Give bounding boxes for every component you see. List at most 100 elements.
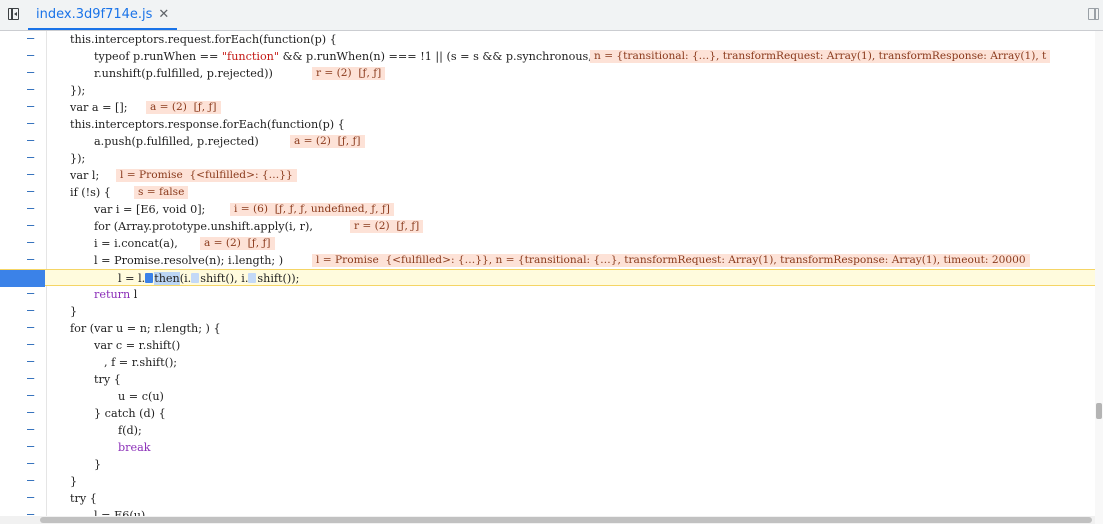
code-text: }); bbox=[70, 152, 86, 165]
code-line-23: – } catch (d) { bbox=[0, 405, 1095, 422]
code-line-29: – l = E6(u) bbox=[0, 507, 1095, 516]
code-line-2: – typeof p.runWhen == "function" && p.ru… bbox=[0, 48, 1095, 65]
code-text: a.push(p.fulfilled, p.rejected) bbox=[94, 135, 259, 148]
code-line-22: – u = c(u) bbox=[0, 388, 1095, 405]
line-gutter[interactable]: – bbox=[0, 65, 45, 82]
line-gutter[interactable]: – bbox=[0, 490, 45, 507]
code-text: } bbox=[94, 458, 102, 471]
line-gutter[interactable]: – bbox=[0, 31, 45, 48]
tab-filename: index.3d9f714e.js bbox=[36, 6, 153, 22]
inline-value[interactable]: i = (6) [ƒ, ƒ, ƒ, undefined, ƒ, ƒ] bbox=[230, 203, 394, 216]
line-gutter[interactable]: – bbox=[0, 422, 45, 439]
line-gutter[interactable]: – bbox=[0, 507, 45, 516]
vertical-scroll-thumb[interactable] bbox=[1096, 403, 1102, 419]
code-text: }); bbox=[70, 84, 86, 97]
code-line-10: – if (!s) { s = false bbox=[0, 184, 1095, 201]
code-text: for (Array.prototype.unshift.apply(i, r)… bbox=[94, 220, 313, 233]
inline-value[interactable]: r = (2) [ƒ, ƒ] bbox=[350, 220, 424, 233]
close-icon[interactable]: ✕ bbox=[158, 7, 169, 22]
step-marker-icon[interactable] bbox=[145, 273, 154, 283]
code-editor[interactable]: – this.interceptors.request.forEach(func… bbox=[0, 31, 1095, 516]
code-line-4: – }); bbox=[0, 82, 1095, 99]
code-text: this.interceptors.response.forEach(funct… bbox=[70, 118, 345, 131]
code-text: } catch (d) { bbox=[94, 407, 166, 420]
line-gutter[interactable]: – bbox=[0, 252, 45, 269]
line-gutter[interactable]: – bbox=[0, 99, 45, 116]
line-gutter[interactable]: – bbox=[0, 167, 45, 184]
horizontal-scroll-thumb[interactable] bbox=[40, 517, 1092, 523]
line-gutter[interactable]: – bbox=[0, 388, 45, 405]
code-line-25: – break bbox=[0, 439, 1095, 456]
line-gutter[interactable]: – bbox=[0, 286, 45, 303]
step-marker-icon[interactable] bbox=[248, 273, 257, 283]
code-text: typeof p.runWhen == "function" && p.runW… bbox=[94, 50, 592, 63]
inline-value[interactable]: s = false bbox=[134, 186, 189, 199]
line-gutter[interactable]: – bbox=[0, 456, 45, 473]
code-text: l = Promise.resolve(n); i.length; ) bbox=[94, 254, 284, 267]
inline-value[interactable]: r = (2) [ƒ, ƒ] bbox=[312, 67, 386, 80]
code-text: } bbox=[70, 305, 78, 318]
line-gutter[interactable]: – bbox=[0, 218, 45, 235]
code-text: if (!s) { bbox=[70, 186, 111, 199]
breakpoint-arrow-icon[interactable] bbox=[34, 270, 43, 286]
inline-value[interactable]: l = Promise {<fulfilled>: {…}}, n = {tra… bbox=[312, 254, 1030, 267]
code-line-26: – } bbox=[0, 456, 1095, 473]
line-gutter[interactable]: – bbox=[0, 354, 45, 371]
code-text: u = c(u) bbox=[118, 390, 164, 403]
horizontal-scrollbar[interactable] bbox=[0, 516, 1095, 524]
line-gutter[interactable]: – bbox=[0, 48, 45, 65]
tab-source-file[interactable]: index.3d9f714e.js ✕ bbox=[28, 0, 178, 30]
code-line-16: – return l bbox=[0, 286, 1095, 303]
inline-value[interactable]: n = {transitional: {…}, transformRequest… bbox=[590, 50, 1051, 63]
code-line-12: – for (Array.prototype.unshift.apply(i, … bbox=[0, 218, 1095, 235]
line-gutter[interactable]: – bbox=[0, 303, 45, 320]
line-gutter[interactable]: – bbox=[0, 371, 45, 388]
code-line-6: – this.interceptors.response.forEach(fun… bbox=[0, 116, 1095, 133]
toggle-debugger-icon[interactable] bbox=[1088, 8, 1099, 20]
code-text: try { bbox=[70, 492, 97, 505]
code-text: var c = r.shift() bbox=[94, 339, 181, 352]
code-text: var i = [E6, void 0]; bbox=[94, 203, 206, 216]
code-text: , f = r.shift(); bbox=[104, 356, 178, 369]
code-text: break bbox=[118, 441, 151, 454]
line-gutter[interactable]: – bbox=[0, 405, 45, 422]
code-line-8: – }); bbox=[0, 150, 1095, 167]
code-line-19: – var c = r.shift() bbox=[0, 337, 1095, 354]
inline-value[interactable]: a = (2) [ƒ, ƒ] bbox=[290, 135, 365, 148]
inline-value[interactable]: l = Promise {<fulfilled>: {…}} bbox=[116, 169, 297, 182]
highlighted-expression: then bbox=[154, 272, 180, 285]
line-gutter[interactable]: – bbox=[0, 439, 45, 456]
line-gutter[interactable]: – bbox=[0, 184, 45, 201]
code-text: l = l. then(i. shift(), i. shift()); bbox=[118, 272, 300, 285]
code-line-17: – } bbox=[0, 303, 1095, 320]
line-gutter[interactable]: – bbox=[0, 116, 45, 133]
line-gutter[interactable]: – bbox=[0, 235, 45, 252]
step-marker-icon[interactable] bbox=[191, 273, 200, 283]
code-text: l = E6(u) bbox=[94, 509, 146, 516]
code-text: i = i.concat(a), bbox=[94, 237, 178, 250]
code-text: f(d); bbox=[118, 424, 142, 437]
code-line-27: – } bbox=[0, 473, 1095, 490]
code-line-1: – this.interceptors.request.forEach(func… bbox=[0, 31, 1095, 48]
line-gutter[interactable]: – bbox=[0, 82, 45, 99]
code-text: var l; bbox=[70, 169, 100, 182]
inline-value[interactable]: a = (2) [ƒ, ƒ] bbox=[146, 101, 221, 114]
code-line-11: – var i = [E6, void 0]; i = (6) [ƒ, ƒ, ƒ… bbox=[0, 201, 1095, 218]
line-gutter[interactable]: – bbox=[0, 201, 45, 218]
line-gutter[interactable]: – bbox=[0, 150, 45, 167]
editor-tab-bar: index.3d9f714e.js ✕ bbox=[0, 0, 1103, 31]
code-text: } bbox=[70, 475, 78, 488]
code-text: this.interceptors.request.forEach(functi… bbox=[70, 33, 337, 46]
code-line-21: – try { bbox=[0, 371, 1095, 388]
code-line-20: – , f = r.shift(); bbox=[0, 354, 1095, 371]
inline-value[interactable]: a = (2) [ƒ, ƒ] bbox=[200, 237, 275, 250]
line-gutter[interactable]: – bbox=[0, 473, 45, 490]
code-line-15-paused: l = l. then(i. shift(), i. shift()); bbox=[0, 269, 1095, 287]
code-line-3: – r.unshift(p.fulfilled, p.rejected)) r … bbox=[0, 65, 1095, 82]
code-text: for (var u = n; r.length; ) { bbox=[70, 322, 221, 335]
vertical-scrollbar[interactable] bbox=[1095, 31, 1103, 524]
line-gutter[interactable]: – bbox=[0, 337, 45, 354]
line-gutter[interactable]: – bbox=[0, 320, 45, 337]
line-gutter[interactable]: – bbox=[0, 133, 45, 150]
toggle-navigator-icon[interactable] bbox=[8, 8, 19, 20]
